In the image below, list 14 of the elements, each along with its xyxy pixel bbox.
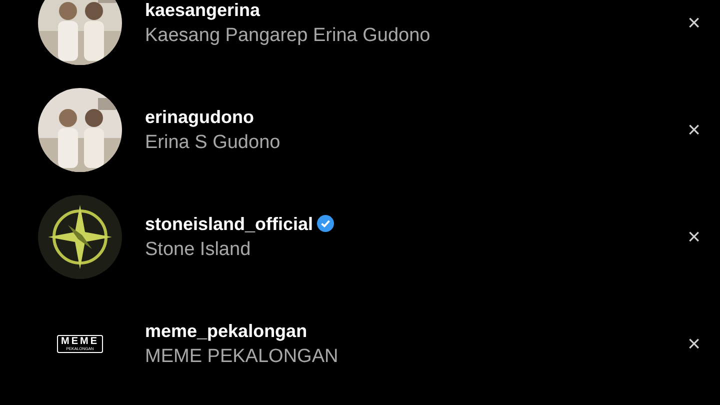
username[interactable]: erinagudono [145, 104, 254, 130]
logo-title: MEME [61, 336, 99, 346]
full-name: Kaesang Pangarep Erina Gudono [145, 24, 432, 48]
full-name: Stone Island [145, 238, 252, 262]
remove-button[interactable]: × [682, 224, 706, 248]
username[interactable]: kaesangerina [145, 0, 260, 22]
remove-button[interactable]: × [682, 118, 706, 142]
remove-button[interactable]: × [682, 10, 706, 34]
remove-button[interactable]: × [682, 332, 706, 356]
username[interactable]: meme_pekalongan [145, 318, 308, 344]
username[interactable]: stoneisland_official [145, 210, 314, 236]
compass-logo-icon [38, 194, 122, 278]
full-name: MEME PEKALONGAN [145, 344, 340, 368]
full-name: Erina S Gudono [145, 130, 282, 154]
